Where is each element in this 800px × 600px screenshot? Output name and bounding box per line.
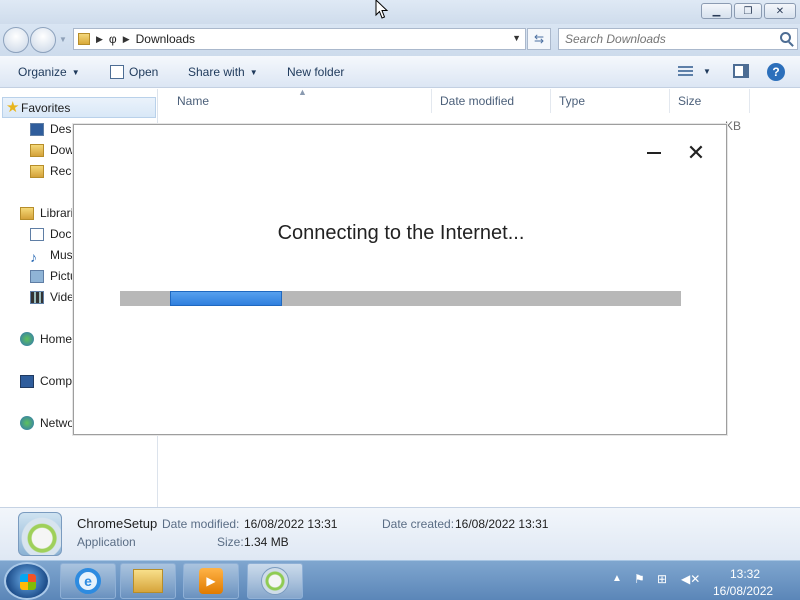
minimize-icon: ▁: [712, 5, 721, 17]
clock-date[interactable]: 16/08/2022: [713, 584, 773, 598]
new-folder-label: New folder: [287, 65, 345, 79]
column-date-label: Date modified: [440, 94, 515, 108]
details-size-label: Size:: [217, 535, 244, 549]
recent-places-icon: [30, 164, 44, 178]
share-with-button[interactable]: Share with ▼: [188, 65, 258, 79]
maximize-icon: ❐: [743, 5, 753, 17]
close-button[interactable]: ✕: [764, 3, 796, 19]
search-box[interactable]: [558, 28, 798, 50]
maximize-button[interactable]: ❐: [734, 3, 762, 19]
progress-bar: [120, 291, 681, 306]
taskbar-media-player[interactable]: ▶: [183, 563, 239, 599]
installer-status-message: Connecting to the Internet...: [277, 222, 525, 244]
column-header-type[interactable]: Type: [551, 89, 670, 113]
address-row: ▼ ▶ φ ▶ Downloads ▼ ⇆: [0, 24, 800, 56]
breadcrumb-root[interactable]: φ: [109, 32, 117, 46]
chevron-down-icon: ▼: [71, 67, 80, 77]
libraries-icon: [20, 206, 34, 220]
nav-favorites-label: Favorites: [21, 100, 71, 115]
taskbar-internet-explorer[interactable]: e: [60, 563, 116, 599]
details-date-created: 16/08/2022 13:31: [455, 517, 549, 531]
show-hidden-icons-icon[interactable]: ▲: [612, 573, 622, 584]
organize-label: Organize: [18, 65, 67, 79]
desktop-icon: [30, 122, 44, 136]
file-row-size[interactable]: KB: [725, 119, 741, 133]
videos-icon: [30, 290, 44, 304]
downloads-folder-icon: [30, 143, 44, 157]
breadcrumb-separator-icon[interactable]: ▶: [123, 34, 130, 45]
address-bar[interactable]: ▶ φ ▶ Downloads ▼: [73, 28, 526, 50]
close-icon: ✕: [775, 5, 785, 17]
computer-icon: [20, 374, 34, 388]
taskbar-chrome-setup[interactable]: [247, 563, 303, 599]
minimize-button[interactable]: ▁: [701, 3, 732, 19]
column-size-label: Size: [678, 94, 702, 108]
search-icon[interactable]: [780, 32, 791, 43]
nav-favorites[interactable]: ★ Favorites: [2, 97, 156, 118]
details-date-modified-label: Date modified:: [162, 517, 240, 531]
refresh-button[interactable]: ⇆: [527, 28, 551, 50]
column-header-date-modified[interactable]: Date modified: [432, 89, 551, 113]
folder-icon: [78, 33, 90, 45]
preview-pane-icon[interactable]: [733, 64, 749, 78]
command-toolbar: Organize ▼ Open Share with ▼ New folder ▼ …: [0, 56, 800, 88]
dialog-close-button[interactable]: ✕: [686, 142, 706, 164]
share-with-label: Share with: [188, 65, 245, 79]
column-header-name[interactable]: Name: [169, 89, 432, 113]
progress-bar-fill: [170, 291, 282, 306]
explorer-titlebar: ▁ ❐ ✕: [0, 0, 800, 24]
back-button[interactable]: [3, 27, 29, 53]
chevron-down-icon: ▼: [249, 67, 258, 77]
details-file-name: ChromeSetup: [77, 516, 158, 531]
star-icon: ★: [6, 99, 20, 116]
volume-muted-icon[interactable]: ◀✕: [681, 572, 700, 586]
dialog-minimize-button[interactable]: [647, 152, 661, 154]
taskbar: e ▶ ▲ ⚑ ⊞ ◀✕ 13:32 16/08/2022: [0, 560, 800, 600]
media-player-icon: ▶: [199, 568, 223, 594]
breadcrumb-downloads[interactable]: Downloads: [136, 32, 195, 46]
start-button[interactable]: [4, 562, 50, 600]
network-status-icon[interactable]: ⊞: [657, 572, 667, 586]
homegroup-icon: [20, 332, 34, 346]
windows-explorer-icon: [133, 569, 163, 593]
recent-pages-dropdown-icon[interactable]: ▼: [59, 35, 67, 44]
refresh-icon: ⇆: [533, 32, 545, 46]
chrome-setup-icon: [261, 567, 289, 595]
breadcrumb-separator-icon[interactable]: ▶: [96, 34, 103, 45]
taskbar-windows-explorer[interactable]: [120, 563, 176, 599]
music-icon: ♪: [30, 248, 37, 265]
column-type-label: Type: [559, 94, 586, 108]
view-options-dropdown-icon[interactable]: ▼: [703, 67, 711, 76]
organize-button[interactable]: Organize ▼: [18, 65, 80, 79]
details-date-modified: 16/08/2022 13:31: [244, 517, 338, 531]
details-pane: ChromeSetup Application Date modified: 1…: [0, 507, 800, 560]
open-icon: [110, 65, 124, 79]
details-date-created-label: Date created:: [382, 517, 455, 531]
change-view-icon[interactable]: [678, 66, 693, 78]
clock-time[interactable]: 13:32: [730, 567, 760, 581]
pictures-icon: [30, 269, 44, 283]
column-name-label: Name: [177, 94, 210, 108]
open-button[interactable]: Open: [110, 65, 158, 79]
details-size: 1.34 MB: [244, 535, 289, 549]
address-dropdown-icon[interactable]: ▼: [512, 33, 521, 43]
details-file-type: Application: [77, 535, 136, 549]
forward-button[interactable]: [30, 27, 56, 53]
installer-dialog: ✕ Connecting to the Internet...: [73, 124, 727, 435]
installer-app-icon: [18, 512, 62, 556]
documents-icon: [30, 227, 44, 241]
action-center-flag-icon[interactable]: ⚑: [634, 572, 645, 586]
internet-explorer-icon: e: [75, 568, 101, 594]
new-folder-button[interactable]: New folder: [287, 65, 344, 79]
column-header-size[interactable]: Size: [670, 89, 750, 113]
open-label: Open: [129, 65, 159, 79]
network-icon: [20, 416, 34, 430]
mouse-cursor-icon: [375, 0, 389, 19]
help-icon[interactable]: ?: [767, 63, 785, 81]
search-input[interactable]: [559, 29, 769, 49]
windows-logo-icon: [20, 574, 36, 590]
